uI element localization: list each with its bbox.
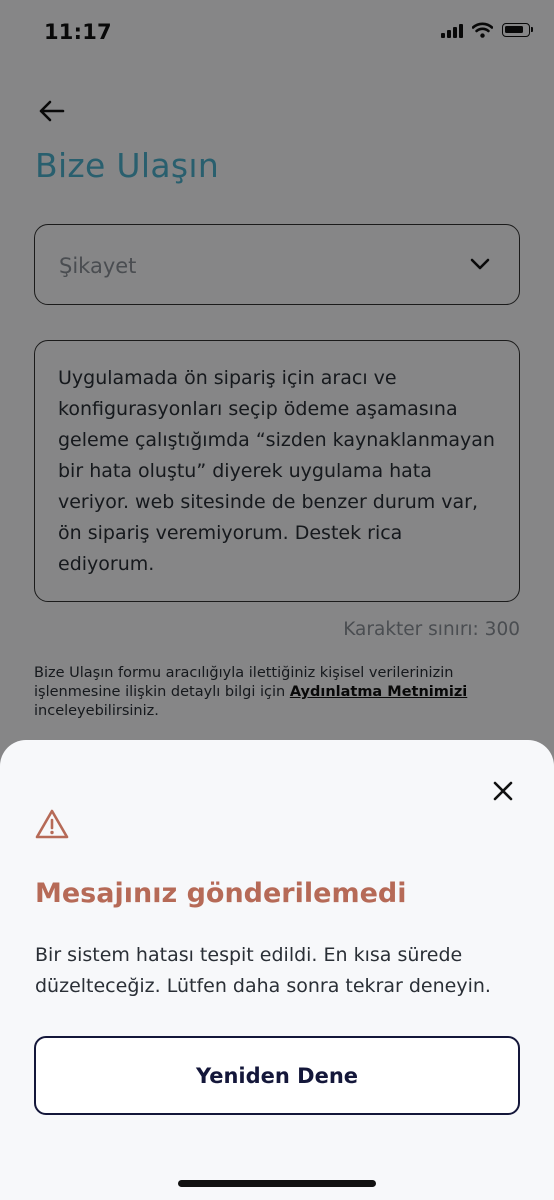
error-message: Bir sistem hatası tespit edildi. En kısa… bbox=[35, 944, 491, 997]
home-indicator bbox=[178, 1180, 376, 1187]
close-icon bbox=[493, 781, 513, 801]
retry-button[interactable]: Yeniden Dene bbox=[34, 1036, 520, 1115]
close-button[interactable] bbox=[488, 776, 518, 806]
error-title: Mesajınız gönderilemedi bbox=[35, 878, 407, 909]
error-bottom-sheet: Mesajınız gönderilemedi Bir sistem hatas… bbox=[0, 740, 554, 1200]
warning-triangle-icon bbox=[35, 809, 69, 839]
